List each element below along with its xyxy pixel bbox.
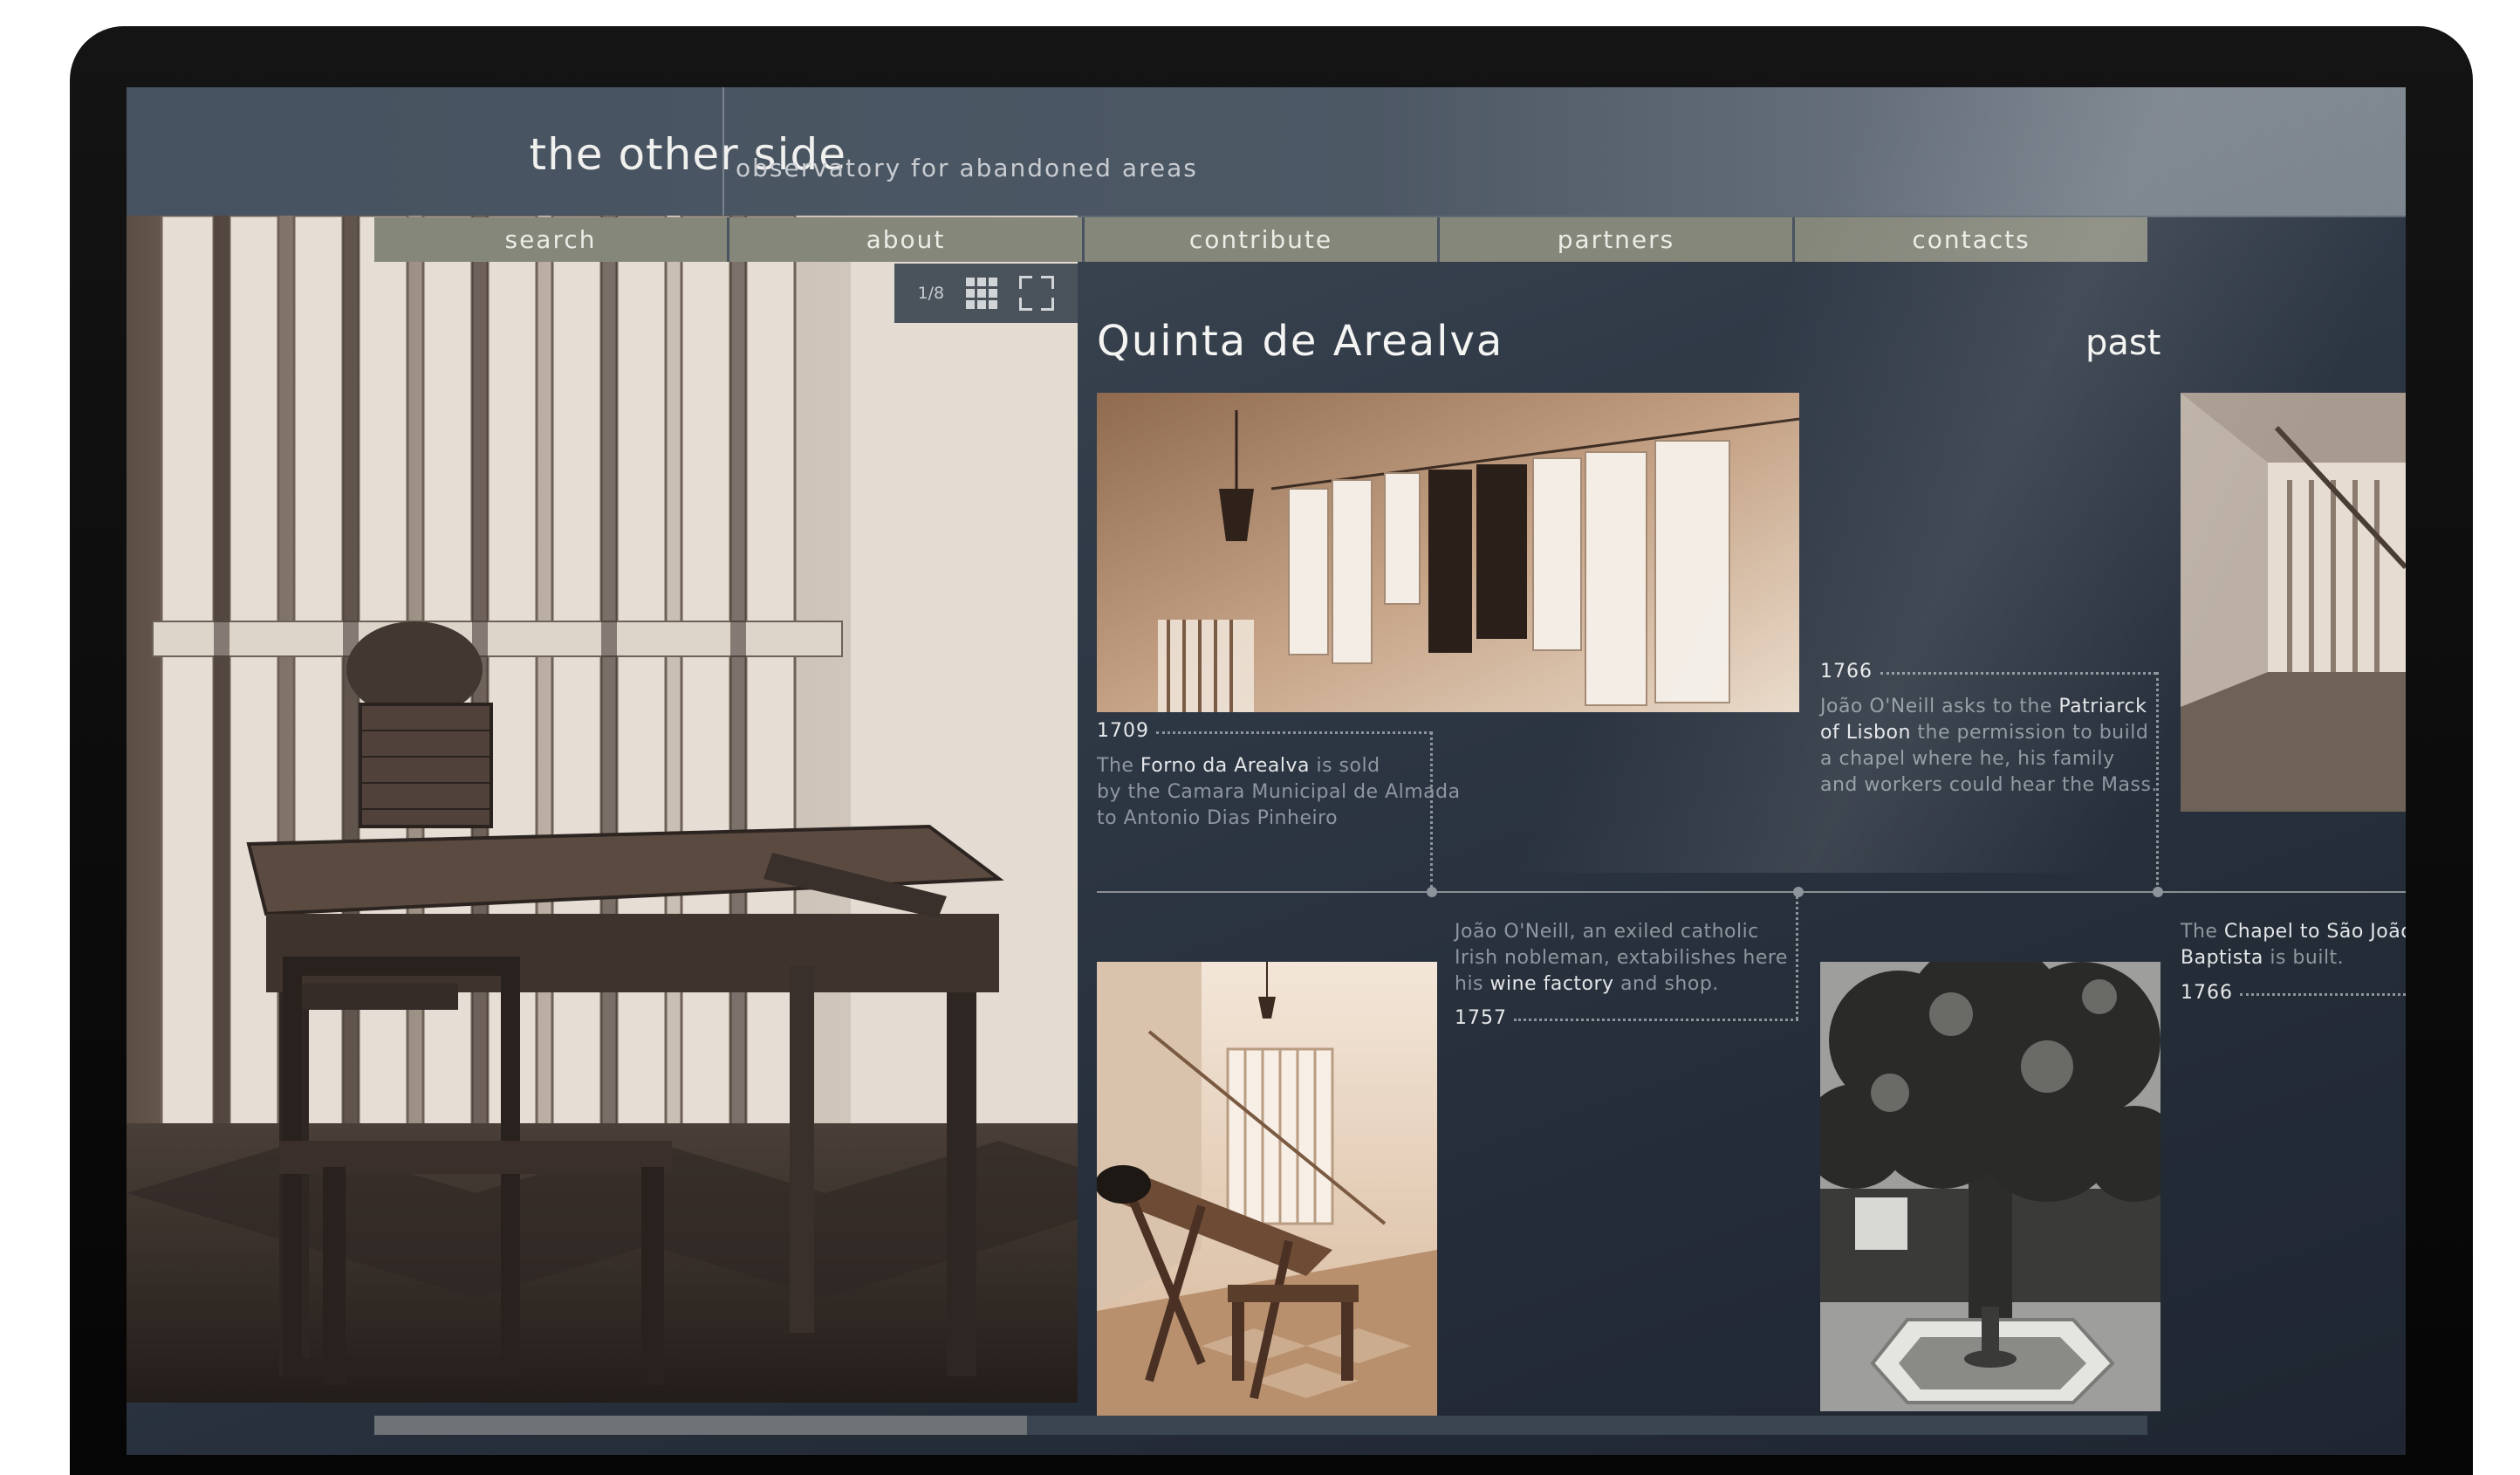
timeline-photo-fountain[interactable] xyxy=(1820,962,2160,1411)
timeline-connector xyxy=(1514,1019,1798,1021)
site-tagline: observatory for abandoned areas xyxy=(736,154,1198,182)
timeline-connector xyxy=(1796,892,1798,1019)
timeline-year: 1709 xyxy=(1097,720,1149,742)
timeline-connector xyxy=(2240,993,2406,996)
nav-about[interactable]: about xyxy=(729,217,1085,262)
header-divider xyxy=(722,87,724,216)
timeline-note-1757: João O'Neill, an exiled catholic Irish n… xyxy=(1455,921,1788,995)
section-tag[interactable]: past xyxy=(2085,323,2160,363)
nav-contribute[interactable]: contribute xyxy=(1085,217,1440,262)
timeline-photo-laundry[interactable] xyxy=(1097,393,1799,712)
hero-photo xyxy=(127,216,1078,1403)
main-nav: search about contribute partners contact… xyxy=(374,217,2147,262)
grid-view-icon[interactable] xyxy=(966,278,998,309)
nav-search[interactable]: search xyxy=(374,217,729,262)
timeline-note-1766-chapel: The Chapel to São João Baptista is built… xyxy=(2181,921,2406,969)
place-title: Quinta de Arealva xyxy=(1097,317,1504,366)
gallery-counter: 1/8 xyxy=(917,284,945,303)
timeline-year: 1757 xyxy=(1455,1007,1507,1029)
nav-contacts[interactable]: contacts xyxy=(1795,217,2147,262)
timeline-year: 1766 xyxy=(2181,982,2233,1004)
gallery-controls: 1/8 xyxy=(894,264,1078,323)
timeline-connector xyxy=(1880,672,2156,675)
timeline-year: 1766 xyxy=(1820,661,1873,683)
scrollbar-thumb[interactable] xyxy=(374,1416,1027,1435)
timeline-marker[interactable] xyxy=(1793,887,1804,897)
website-screen: the other side observatory for abandoned… xyxy=(127,87,2406,1455)
timeline-photo-dining-room[interactable] xyxy=(1097,962,1437,1416)
timeline-note-1709: The Forno da Arealva is sold by the Cama… xyxy=(1097,755,1461,829)
timeline-note-1766-patriarck: João O'Neill asks to the Patriarck of Li… xyxy=(1820,696,2158,796)
timeline-photo-interior[interactable] xyxy=(2181,393,2406,812)
nav-partners[interactable]: partners xyxy=(1440,217,1795,262)
site-header: the other side observatory for abandoned… xyxy=(127,87,2406,217)
horizontal-scrollbar[interactable] xyxy=(374,1416,2147,1435)
fullscreen-icon[interactable] xyxy=(1019,276,1055,311)
timeline-connector xyxy=(1156,731,1432,734)
timeline-axis xyxy=(1097,891,2406,893)
